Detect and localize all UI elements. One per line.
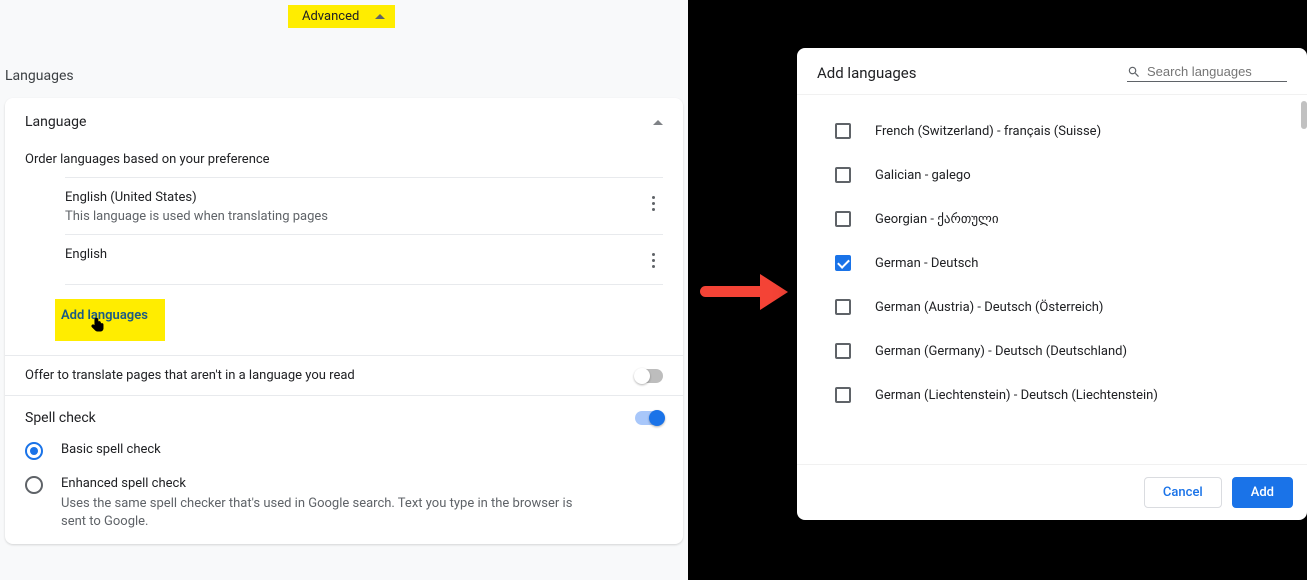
arrow-right-icon [700,274,790,312]
language-expander-row[interactable]: Language [25,98,663,146]
language-item: English (United States) This language is… [65,177,663,234]
add-languages-dialog: Add languages French (France) - français… [797,48,1307,520]
advanced-label: Advanced [302,9,359,24]
language-option[interactable]: French (Switzerland) - français (Suisse) [797,109,1299,153]
language-option[interactable]: German (Austria) - Deutsch (Österreich) [797,285,1299,329]
offer-translate-toggle[interactable] [635,369,663,383]
scrollbar-thumb[interactable] [1301,101,1307,129]
language-option-label: German (Liechtenstein) - Deutsch (Liecht… [875,388,1158,403]
offer-translate-label: Offer to translate pages that aren't in … [25,368,355,383]
language-option[interactable]: French (France) - français (France) [797,94,1299,109]
language-order-hint: Order languages based on your preference [25,146,663,177]
radio-label: Enhanced spell check [61,476,581,491]
chevron-up-icon [375,14,385,19]
enhanced-spell-check-option[interactable]: Enhanced spell check Uses the same spell… [25,476,663,530]
language-option-label: German - Deutsch [875,256,978,271]
radio-label: Basic spell check [61,442,161,457]
language-item-name: English [65,247,107,262]
language-option-label: German (Germany) - Deutsch (Deutschland) [875,344,1127,359]
offer-translate-row[interactable]: Offer to translate pages that aren't in … [5,355,683,395]
checkbox-icon [835,123,851,139]
radio-icon [25,442,43,460]
search-input[interactable] [1147,64,1277,79]
language-option-label: French (Switzerland) - français (Suisse) [875,124,1101,139]
language-option[interactable]: Galician - galego [797,153,1299,197]
language-option-label: German (Austria) - Deutsch (Österreich) [875,300,1103,315]
search-icon [1127,65,1141,79]
cursor-hand-icon [90,317,106,339]
spell-check-title: Spell check [25,410,96,426]
dialog-title: Add languages [817,64,917,82]
language-option-label: Georgian - ქართული [875,212,999,227]
radio-icon [25,476,43,494]
checkbox-icon [835,255,851,271]
language-list[interactable]: French (France) - français (France) Fren… [797,94,1307,465]
checkbox-icon [835,167,851,183]
checkbox-icon [835,299,851,315]
checkbox-icon [835,387,851,403]
language-item-desc: This language is used when translating p… [65,209,328,224]
more-options-button[interactable] [644,247,663,274]
spell-check-toggle[interactable] [635,411,663,425]
add-languages-button[interactable]: Add languages [55,299,165,341]
language-option-label: Galician - galego [875,168,971,183]
language-search-field[interactable] [1127,64,1287,82]
language-option[interactable]: Georgian - ქართული [797,197,1299,241]
settings-languages-panel: Advanced Languages Language Order langua… [0,0,688,580]
advanced-section-toggle[interactable]: Advanced [288,5,395,28]
languages-section-heading: Languages [5,68,74,84]
language-option[interactable]: German (Germany) - Deutsch (Deutschland) [797,329,1299,373]
languages-card: Language Order languages based on your p… [5,98,683,544]
language-option[interactable]: German (Liechtenstein) - Deutsch (Liecht… [797,373,1299,417]
language-option-label: French (France) - français (France) [875,94,1074,95]
radio-desc: Uses the same spell checker that's used … [61,495,581,530]
language-item-name: English (United States) [65,190,328,205]
checkbox-icon [835,94,851,95]
checkbox-icon [835,211,851,227]
chevron-up-icon [653,120,663,125]
language-item: English [65,234,663,285]
basic-spell-check-option[interactable]: Basic spell check [25,442,663,460]
add-button[interactable]: Add [1232,477,1293,508]
language-option[interactable]: German - Deutsch [797,241,1299,285]
cancel-button[interactable]: Cancel [1144,477,1222,508]
language-row-title: Language [25,114,86,130]
more-options-button[interactable] [644,190,663,217]
checkbox-icon [835,343,851,359]
